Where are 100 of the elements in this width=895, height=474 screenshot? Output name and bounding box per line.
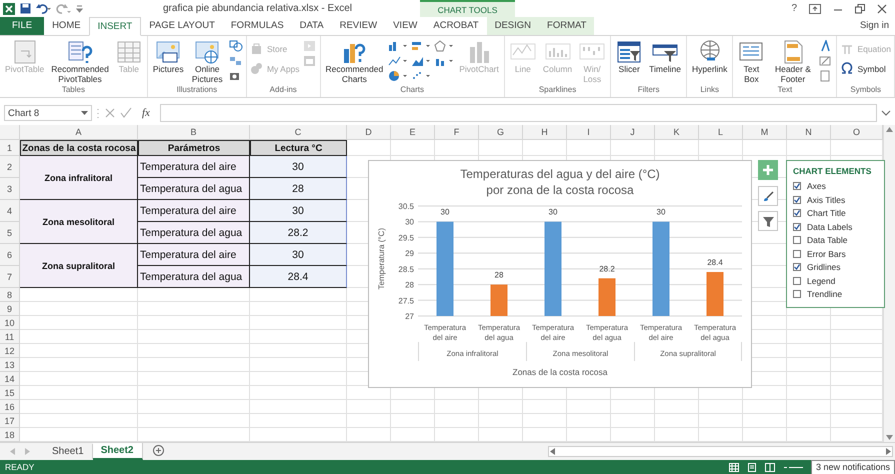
ribbon-button[interactable]: Recommended PivotTables bbox=[49, 38, 111, 86]
checkbox-label[interactable]: Legend bbox=[807, 276, 836, 286]
help-button[interactable]: ? bbox=[791, 3, 797, 14]
bar-chart-icon[interactable] bbox=[411, 40, 432, 52]
checkbox[interactable] bbox=[793, 196, 801, 204]
checkbox[interactable] bbox=[793, 290, 801, 298]
row-header[interactable]: 15 bbox=[0, 386, 20, 400]
dropdown-caret-icon[interactable] bbox=[81, 110, 88, 116]
chart-styles-button[interactable] bbox=[758, 186, 778, 206]
checkbox[interactable] bbox=[793, 222, 801, 231]
row-header[interactable]: 13 bbox=[0, 358, 20, 372]
ribbon-tab[interactable]: FORMAT bbox=[539, 17, 594, 35]
ribbon-button[interactable]: Slicer bbox=[614, 38, 644, 86]
row-header[interactable]: 18 bbox=[0, 428, 20, 442]
smartart-icon[interactable] bbox=[228, 54, 243, 67]
row-header[interactable]: 6 bbox=[0, 244, 20, 266]
formula-input[interactable] bbox=[160, 104, 877, 122]
name-box[interactable]: Chart 8 bbox=[4, 105, 92, 122]
customize-caret-icon[interactable] bbox=[76, 4, 83, 13]
column-header[interactable]: J bbox=[611, 125, 655, 140]
column-header[interactable]: H bbox=[523, 125, 567, 140]
ribbon-tab[interactable]: PAGE LAYOUT bbox=[141, 17, 223, 35]
horizontal-scrollbar[interactable] bbox=[548, 446, 893, 457]
checkbox-label[interactable]: Chart Title bbox=[807, 208, 846, 218]
row-header[interactable]: 4 bbox=[0, 200, 20, 222]
shapes-icon[interactable] bbox=[228, 40, 243, 52]
checkbox[interactable] bbox=[793, 182, 801, 190]
undo-icon[interactable] bbox=[36, 3, 51, 14]
redo-icon[interactable] bbox=[56, 3, 71, 14]
row-header[interactable]: 17 bbox=[0, 414, 20, 428]
row-header[interactable]: 2 bbox=[0, 156, 20, 178]
scatter-chart-icon[interactable] bbox=[411, 70, 432, 82]
enter-icon[interactable] bbox=[120, 107, 132, 120]
close-icon[interactable] bbox=[877, 4, 887, 14]
checkbox[interactable] bbox=[793, 209, 801, 218]
column-header[interactable]: O bbox=[831, 125, 883, 140]
row-header[interactable]: 3 bbox=[0, 178, 20, 200]
ribbon-tab[interactable]: FORMULAS bbox=[222, 17, 292, 35]
sheet-tab[interactable]: Sheet2 bbox=[92, 443, 142, 460]
spreadsheet-app-icon[interactable] bbox=[3, 2, 15, 14]
cancel-icon[interactable] bbox=[104, 107, 116, 120]
checkbox[interactable] bbox=[793, 276, 801, 285]
column-header[interactable]: A bbox=[20, 125, 138, 140]
checkbox-label[interactable]: Trendline bbox=[807, 289, 842, 300]
ribbon-button[interactable]: Symbol bbox=[840, 62, 891, 76]
scatter-line-icon[interactable] bbox=[388, 54, 408, 67]
chart-elements-button[interactable] bbox=[758, 160, 778, 180]
page-layout-view-icon[interactable] bbox=[746, 462, 757, 472]
scroll-down-icon[interactable] bbox=[886, 435, 893, 440]
chart-filters-button[interactable] bbox=[758, 211, 778, 231]
row-header[interactable]: 12 bbox=[0, 344, 20, 358]
normal-view-icon[interactable] bbox=[728, 462, 739, 472]
ribbon-tab[interactable]: REVIEW bbox=[332, 17, 386, 35]
ribbon-tab[interactable]: ACROBAT bbox=[425, 17, 487, 35]
restore-icon[interactable] bbox=[855, 4, 865, 14]
ribbon-tab[interactable]: DESIGN bbox=[486, 17, 540, 35]
checkbox[interactable] bbox=[793, 263, 801, 272]
column-header[interactable]: C bbox=[250, 125, 347, 140]
ribbon-tab[interactable]: HOME bbox=[44, 17, 89, 35]
column-header[interactable]: F bbox=[435, 125, 479, 140]
checkbox[interactable] bbox=[793, 236, 801, 244]
ribbon-display-icon[interactable] bbox=[809, 4, 821, 14]
ribbon-button[interactable]: Online Pictures bbox=[188, 38, 226, 86]
column-header[interactable]: G bbox=[479, 125, 523, 140]
ribbon-tab[interactable]: INSERT bbox=[88, 17, 142, 36]
ribbon-button[interactable]: Header & Footer bbox=[769, 38, 816, 86]
ribbon-tab[interactable]: DATA bbox=[292, 17, 332, 35]
checkbox[interactable] bbox=[793, 250, 801, 258]
column-header[interactable]: K bbox=[655, 125, 699, 140]
row-header[interactable]: 7 bbox=[0, 266, 20, 288]
row-header[interactable]: 14 bbox=[0, 372, 20, 386]
checkbox-label[interactable]: Data Table bbox=[807, 235, 848, 246]
page-break-view-icon[interactable] bbox=[764, 462, 775, 472]
column-header[interactable]: D bbox=[347, 125, 391, 140]
column-chart-icon[interactable] bbox=[388, 40, 408, 52]
column-header[interactable]: M bbox=[743, 125, 787, 140]
row-header[interactable]: 1 bbox=[0, 140, 20, 156]
ribbon-button[interactable]: Recommended Charts bbox=[324, 38, 386, 86]
column-header[interactable]: B bbox=[138, 125, 250, 140]
ribbon-tab[interactable]: VIEW bbox=[385, 17, 426, 35]
column-header[interactable]: N bbox=[787, 125, 831, 140]
ribbon-button[interactable]: Pictures bbox=[150, 38, 186, 86]
ribbon-button[interactable]: Hyperlink bbox=[690, 38, 730, 86]
row-header[interactable]: 9 bbox=[0, 302, 20, 316]
checkbox-label[interactable]: Axis Titles bbox=[807, 194, 846, 205]
column-header[interactable]: L bbox=[699, 125, 743, 140]
row-header[interactable]: 16 bbox=[0, 400, 20, 414]
ribbon-button[interactable]: Text Box bbox=[736, 38, 766, 86]
checkbox-label[interactable]: Gridlines bbox=[807, 262, 841, 272]
row-header[interactable]: 8 bbox=[0, 288, 20, 302]
scroll-right-icon[interactable] bbox=[886, 448, 891, 455]
area-chart-icon[interactable] bbox=[411, 54, 432, 67]
checkbox-label[interactable]: Axes bbox=[807, 181, 826, 192]
insert-function-button[interactable]: fx bbox=[136, 107, 156, 120]
ribbon-button[interactable]: Timeline bbox=[647, 38, 683, 86]
vertical-scrollbar[interactable] bbox=[883, 125, 895, 442]
notification-popup[interactable]: 3 new notifications bbox=[810, 460, 895, 474]
add-sheet-icon[interactable] bbox=[152, 444, 164, 456]
checkbox-label[interactable]: Error Bars bbox=[807, 248, 846, 259]
save-icon[interactable] bbox=[20, 3, 31, 14]
